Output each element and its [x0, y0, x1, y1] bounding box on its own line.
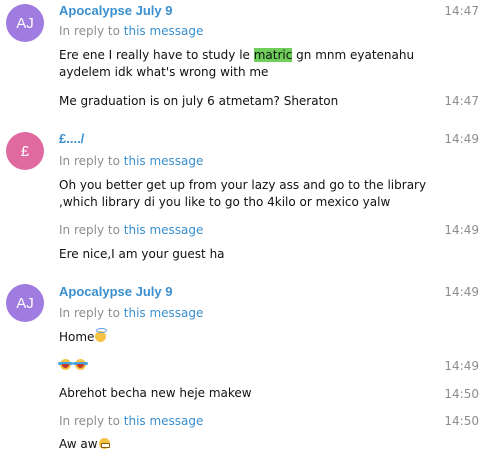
- avatar[interactable]: AJ: [6, 284, 44, 322]
- message-time: 14:50: [444, 387, 479, 401]
- message-text-part: Ere ene I really have to study le: [59, 48, 254, 62]
- search-highlight: matric: [253, 48, 293, 62]
- message-time: 14:47: [444, 94, 479, 108]
- message-text: Me graduation is on july 6 atmetam? Sher…: [59, 94, 339, 108]
- reply-link[interactable]: this message: [124, 414, 204, 428]
- avatar[interactable]: AJ: [6, 4, 44, 42]
- face-with-tears-of-joy-icon: [73, 359, 88, 370]
- avatar-initials: AJ: [16, 294, 34, 312]
- avatar-initials: AJ: [16, 14, 34, 32]
- face-with-tears-of-joy-icon: [58, 359, 73, 370]
- message-time: 14:49: [444, 223, 479, 237]
- reply-link[interactable]: this message: [124, 24, 204, 38]
- sender-name[interactable]: Apocalypse July 9: [59, 3, 172, 18]
- message-time: 14:50: [444, 414, 479, 428]
- reply-prefix: In reply to: [59, 414, 120, 428]
- message-time: 14:49: [444, 285, 479, 299]
- reply-indicator[interactable]: In reply to this message: [59, 154, 203, 168]
- reply-prefix: In reply to: [59, 24, 120, 38]
- message-time: 14:49: [444, 132, 479, 146]
- reply-prefix: In reply to: [59, 154, 120, 168]
- message-text-part: Home: [59, 330, 95, 344]
- message-text: Ere ene I really have to study le matric…: [59, 47, 449, 81]
- reply-indicator[interactable]: In reply to this message: [59, 24, 203, 38]
- message-time: 14:49: [444, 359, 479, 373]
- smiling-face-with-halo-icon: [95, 328, 108, 342]
- avatar-initials: £: [20, 142, 30, 160]
- reply-indicator[interactable]: In reply to this message: [59, 414, 203, 428]
- message-text: Home: [59, 328, 449, 346]
- sender-name[interactable]: £..../: [59, 131, 84, 146]
- reply-indicator[interactable]: In reply to this message: [59, 223, 203, 237]
- message-time: 14:47: [444, 4, 479, 18]
- reply-link[interactable]: this message: [124, 306, 204, 320]
- message-text: Oh you better get up from your lazy ass …: [59, 178, 427, 209]
- reply-prefix: In reply to: [59, 223, 120, 237]
- avatar[interactable]: £: [6, 132, 44, 170]
- reply-indicator[interactable]: In reply to this message: [59, 306, 203, 320]
- reply-link[interactable]: this message: [124, 154, 204, 168]
- message-text-part: Aw aw: [59, 437, 98, 451]
- grinning-face-icon: [98, 438, 110, 449]
- message-text: Abrehot becha new heje makew: [59, 386, 252, 400]
- message-text: Aw aw: [59, 436, 449, 453]
- message-emoji: [58, 357, 449, 374]
- sender-name[interactable]: Apocalypse July 9: [59, 284, 172, 299]
- message-text: Ere nice,I am your guest ha: [59, 247, 225, 261]
- reply-prefix: In reply to: [59, 306, 120, 320]
- reply-link[interactable]: this message: [124, 223, 204, 237]
